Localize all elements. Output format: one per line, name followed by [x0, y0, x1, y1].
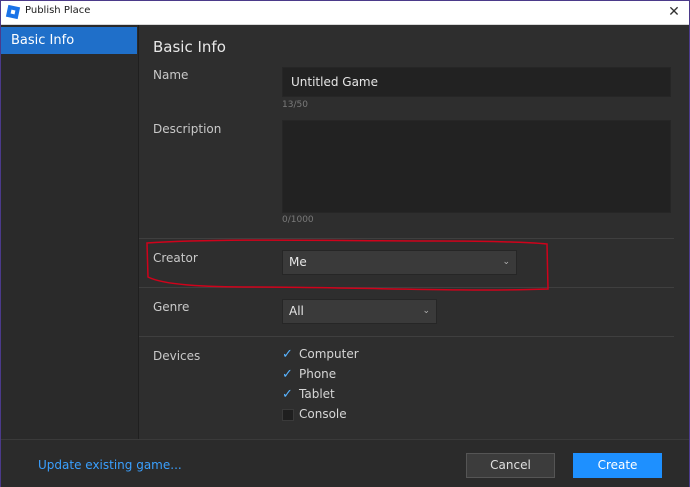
device-phone-label: Phone: [299, 367, 337, 381]
genre-dropdown[interactable]: All ⌄: [282, 299, 437, 324]
name-label: Name: [153, 68, 189, 82]
dialog-footer: Update existing game... Cancel Create: [1, 439, 689, 487]
divider: [139, 238, 674, 239]
close-icon[interactable]: ✕: [665, 3, 683, 21]
unchecked-box-icon[interactable]: [282, 409, 294, 421]
name-field[interactable]: Untitled Game: [282, 67, 671, 97]
chevron-down-icon: ⌄: [422, 306, 430, 316]
divider: [139, 287, 674, 288]
create-button[interactable]: Create: [573, 453, 662, 478]
update-existing-game-link[interactable]: Update existing game...: [38, 458, 182, 472]
sidebar-item-basic-info[interactable]: Basic Info: [1, 27, 137, 54]
genre-selected-value: All: [289, 304, 304, 318]
sidebar: Basic Info: [1, 25, 139, 439]
creator-selected-value: Me: [289, 255, 307, 269]
device-console-label: Console: [299, 407, 347, 421]
roblox-studio-icon: [5, 4, 21, 20]
window-title: Publish Place: [25, 5, 91, 16]
description-label: Description: [153, 122, 222, 136]
checkmark-icon[interactable]: ✓: [282, 368, 294, 381]
main-panel: Basic Info Name Untitled Game 13/50 Desc…: [139, 25, 689, 439]
genre-label: Genre: [153, 300, 190, 314]
creator-dropdown[interactable]: Me ⌄: [282, 250, 517, 275]
description-field[interactable]: [282, 120, 671, 213]
checkmark-icon[interactable]: ✓: [282, 348, 294, 361]
devices-label: Devices: [153, 349, 201, 363]
device-tablet-label: Tablet: [299, 387, 335, 401]
name-char-counter: 13/50: [282, 100, 308, 110]
chevron-down-icon: ⌄: [502, 257, 510, 267]
checkmark-icon[interactable]: ✓: [282, 388, 294, 401]
divider: [139, 336, 674, 337]
cancel-button[interactable]: Cancel: [466, 453, 555, 478]
page-title: Basic Info: [153, 38, 226, 56]
creator-label: Creator: [153, 251, 198, 265]
description-char-counter: 0/1000: [282, 215, 314, 225]
device-computer-label: Computer: [299, 347, 359, 361]
title-bar: Publish Place ✕: [1, 1, 689, 25]
